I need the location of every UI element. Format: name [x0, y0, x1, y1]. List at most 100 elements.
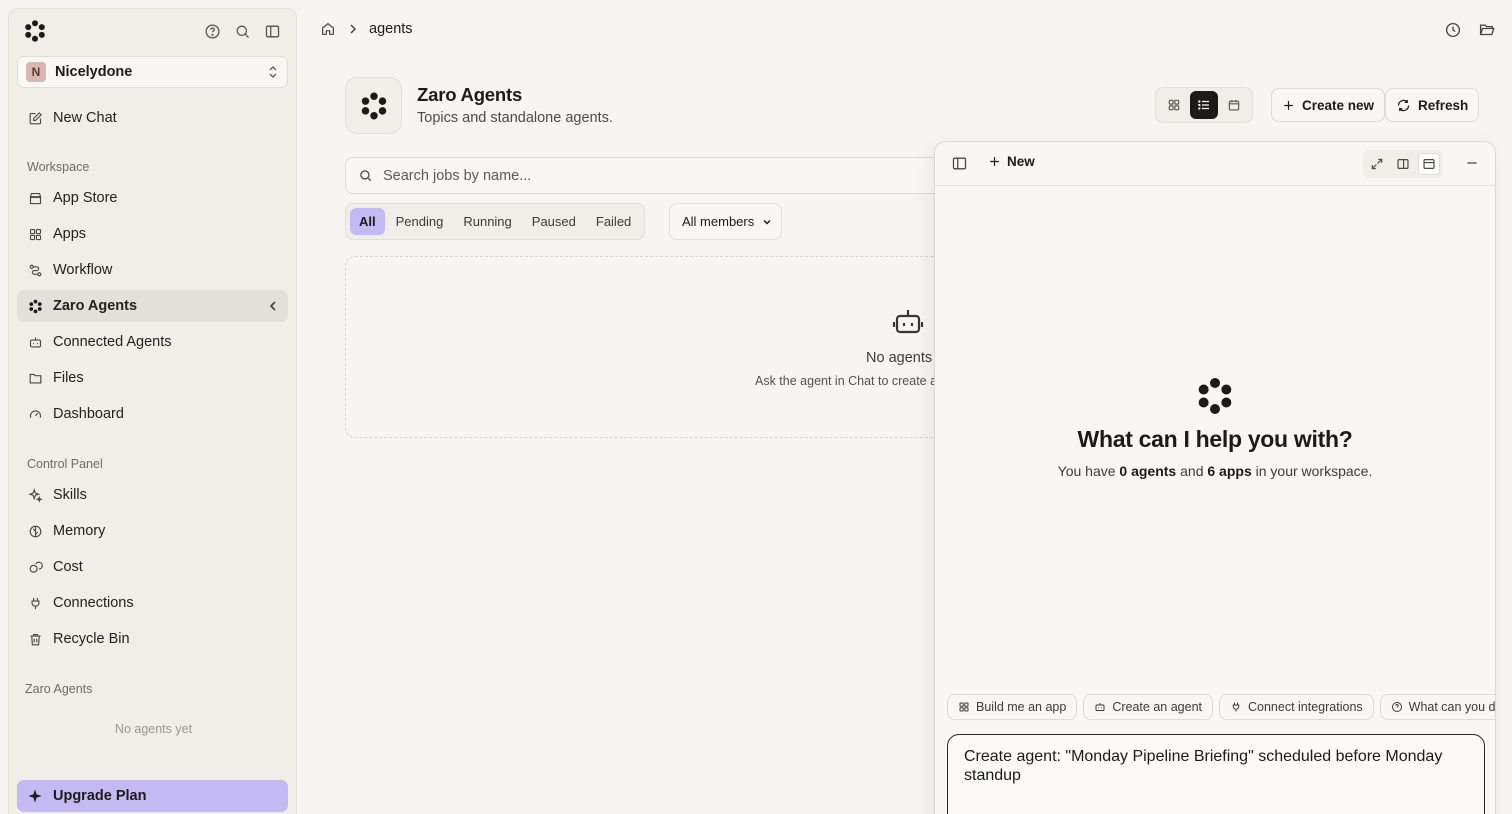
- split-view-icon[interactable]: [1392, 153, 1414, 175]
- tab-failed[interactable]: Failed: [587, 208, 640, 235]
- workflow-icon: [27, 262, 43, 278]
- sidebar-item-recycle-bin[interactable]: Recycle Bin: [17, 623, 288, 655]
- grid-view-icon[interactable]: [1160, 91, 1188, 119]
- brain-icon: [27, 523, 43, 539]
- list-view-icon[interactable]: [1190, 91, 1218, 119]
- flower-icon: [361, 92, 386, 119]
- sparkle-icon: [27, 487, 43, 503]
- new-chat-label: New Chat: [53, 110, 117, 126]
- sidebar-item-cost[interactable]: Cost: [17, 551, 288, 583]
- tab-paused[interactable]: Paused: [523, 208, 585, 235]
- grid-icon: [27, 226, 43, 242]
- suggestion-chips: Build me an app Create an agent Connect …: [947, 694, 1495, 720]
- sidebar-toggle-icon[interactable]: [951, 155, 968, 172]
- plug-icon: [1232, 702, 1240, 712]
- new-label: New: [1007, 154, 1035, 169]
- search-icon[interactable]: [232, 21, 252, 41]
- agents-empty-state: [345, 256, 985, 438]
- trash-icon: [27, 631, 43, 647]
- control-panel-section-label: Control Panel: [27, 457, 103, 471]
- empty-state-subtitle: Ask the agent in Chat to create a t: [755, 374, 945, 388]
- window-view-icon[interactable]: [1418, 153, 1440, 175]
- apps-count: 6 apps: [1207, 463, 1252, 479]
- suggestion-label: Create an agent: [1112, 700, 1202, 714]
- sidebar-item-app-store[interactable]: App Store: [17, 182, 288, 214]
- sidebar-item-files[interactable]: Files: [17, 362, 288, 394]
- sidebar-item-connected-agents[interactable]: Connected Agents: [17, 326, 288, 358]
- history-icon[interactable]: [1444, 21, 1462, 39]
- minimize-icon[interactable]: [1465, 156, 1479, 170]
- create-new-button[interactable]: Create new: [1271, 88, 1386, 122]
- sidebar-item-dashboard[interactable]: Dashboard: [17, 398, 288, 430]
- suggestion-what-can-you-do[interactable]: What can you d: [1379, 694, 1495, 720]
- chat-welcome-title: What can I help you with?: [1077, 426, 1353, 452]
- suggestion-label: Connect integrations: [1248, 700, 1363, 714]
- chat-layout-toggle: [1363, 150, 1443, 178]
- members-dropdown[interactable]: All members: [669, 203, 782, 240]
- bot-icon: [27, 334, 43, 350]
- sidebar-item-label: Memory: [53, 523, 106, 539]
- tab-pending[interactable]: Pending: [387, 208, 453, 235]
- flower-icon: [27, 298, 43, 314]
- tab-all[interactable]: All: [350, 208, 385, 235]
- chat-panel: New What can I help you with? You have 0…: [934, 141, 1496, 814]
- bot-icon: [892, 307, 924, 337]
- suggestion-connect-integrations[interactable]: Connect integrations: [1219, 694, 1374, 720]
- folder-open-icon[interactable]: [1478, 21, 1496, 39]
- new-chat-button[interactable]: New: [988, 154, 1035, 169]
- store-icon: [27, 190, 43, 206]
- suggestion-build-app[interactable]: Build me an app: [947, 694, 1078, 720]
- sidebar-item-memory[interactable]: Memory: [17, 515, 288, 547]
- sidebar-item-apps[interactable]: Apps: [17, 218, 288, 250]
- sidebar-item-label: Apps: [53, 226, 87, 242]
- workspace-section-label: Workspace: [27, 160, 90, 174]
- agents-empty-text: No agents yet: [114, 722, 193, 736]
- sidebar-item-label: Skills: [53, 487, 87, 503]
- search-input[interactable]: [383, 167, 903, 184]
- sidebar-item-skills[interactable]: Skills: [17, 479, 288, 511]
- chevron-down-icon: [762, 218, 772, 226]
- plus-icon: [1282, 99, 1295, 112]
- sidebar-item-label: Connections: [53, 595, 134, 611]
- search-bar: [345, 157, 945, 194]
- chevron-left-icon[interactable]: [268, 300, 278, 312]
- sidebar-item-connections[interactable]: Connections: [17, 587, 288, 619]
- expand-icon[interactable]: [1366, 153, 1388, 175]
- stats-and: and: [1180, 463, 1204, 479]
- stats-prefix: You have: [1057, 463, 1116, 479]
- calendar-view-icon[interactable]: [1220, 91, 1248, 119]
- refresh-button[interactable]: Refresh: [1385, 88, 1480, 122]
- coins-icon: [27, 559, 43, 575]
- workspace-avatar: N: [26, 62, 46, 82]
- refresh-label: Refresh: [1418, 97, 1469, 113]
- flower-logo-icon: [1195, 376, 1235, 416]
- suggestion-create-agent[interactable]: Create an agent: [1083, 694, 1213, 720]
- chat-composer-input[interactable]: Create agent: "Monday Pipeline Briefing"…: [947, 734, 1485, 814]
- upgrade-plan-button[interactable]: Upgrade Plan: [17, 780, 288, 812]
- sidebar-item-label: Workflow: [53, 262, 113, 278]
- sidebar-toggle-icon[interactable]: [262, 21, 282, 41]
- view-toggle: [1155, 87, 1253, 123]
- tab-running[interactable]: Running: [454, 208, 520, 235]
- zaro-agents-section-label: Zaro Agents: [25, 682, 93, 696]
- plug-icon: [27, 595, 43, 611]
- gauge-icon: [27, 406, 43, 422]
- breadcrumb-current: agents: [369, 21, 413, 37]
- breadcrumb: agents: [320, 21, 413, 37]
- new-chat-button[interactable]: New Chat: [17, 102, 288, 134]
- home-icon[interactable]: [320, 21, 336, 37]
- sidebar-item-workflow[interactable]: Workflow: [17, 254, 288, 286]
- workspace-stats: You have 0 agents and 6 apps in your wor…: [935, 463, 1495, 479]
- page-title: Zaro Agents: [417, 84, 523, 105]
- folder-icon: [27, 370, 43, 386]
- flower-logo-icon[interactable]: [23, 19, 47, 43]
- sidebar-item-zaro-agents[interactable]: Zaro Agents: [17, 290, 288, 322]
- empty-state-title: No agents y: [866, 350, 944, 366]
- upgrade-plan-label: Upgrade Plan: [53, 788, 147, 804]
- help-icon[interactable]: [202, 21, 222, 41]
- plus-icon: [990, 157, 999, 166]
- workspace-switcher[interactable]: N Nicelydone: [17, 56, 288, 88]
- search-icon: [358, 168, 373, 183]
- chevron-up-down-icon: [267, 65, 279, 79]
- create-new-label: Create new: [1302, 97, 1375, 113]
